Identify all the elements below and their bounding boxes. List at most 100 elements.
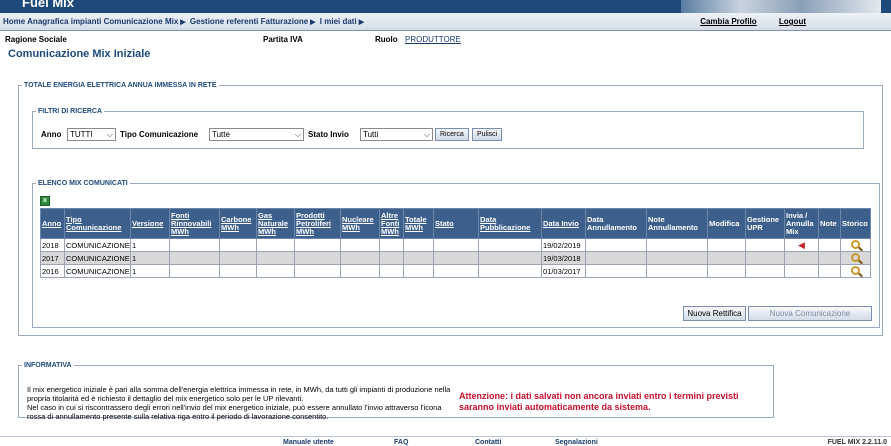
search-button[interactable]: Ricerca — [435, 128, 469, 141]
warning-message: Attenzione: i dati salvati non ancora in… — [459, 391, 739, 412]
informativa-section: INFORMATIVA Il mix energetico iniziale è… — [18, 362, 774, 421]
informativa-line-2: Nel caso in cui si riscontrassero degli … — [27, 403, 442, 421]
excel-export-icon[interactable]: x — [40, 196, 50, 206]
column-header: Note — [818, 208, 841, 239]
tipo-select-value: Tutte — [212, 130, 230, 139]
anno-select-value: TUTTI — [70, 130, 93, 139]
table-cell: 2016 — [40, 264, 65, 278]
chevron-down-icon: ⌵ — [423, 130, 430, 139]
ragione-sociale-label: Ragione Sociale — [5, 35, 67, 44]
table-cell — [294, 251, 341, 265]
column-header: Data Annullamento — [585, 208, 647, 239]
energy-section-legend: TOTALE ENERGIA ELETTRICA ANNUA IMMESSA I… — [24, 82, 217, 89]
column-header[interactable]: Carbone MWh — [219, 208, 257, 239]
table-cell: 1 — [130, 264, 170, 278]
filters-legend: FILTRI DI RICERCA — [38, 108, 103, 115]
column-header: Data Invio — [541, 208, 586, 239]
stato-invio-label: Stato Invio — [308, 130, 349, 139]
table-cell — [784, 264, 819, 278]
history-magnifier-icon[interactable] — [851, 265, 860, 275]
column-header[interactable]: Prodotti Petroliferi MWh — [294, 208, 341, 239]
table-cell — [169, 238, 220, 252]
partita-iva-label: Partita IVA — [263, 35, 303, 44]
column-header[interactable]: Data Pubblicazione — [478, 208, 542, 239]
table-cell — [818, 251, 841, 265]
table-cell: COMUNICAZIONE — [64, 264, 131, 278]
table-cell: 1 — [130, 238, 170, 252]
table-cell — [478, 251, 542, 265]
table-cell — [433, 251, 479, 265]
ruolo-label: Ruolo — [375, 35, 398, 44]
column-header[interactable]: Totale MWh — [403, 208, 434, 239]
column-header: Gestione UPR — [745, 208, 785, 239]
table-cell — [169, 251, 220, 265]
table-cell — [219, 238, 257, 252]
column-header[interactable]: Nucleare MWh — [340, 208, 380, 239]
tipo-comunicazione-select[interactable]: Tutte ⌵ — [209, 128, 304, 141]
table-cell — [340, 238, 380, 252]
stato-select-value: Tutti — [363, 130, 379, 139]
table-cell: COMUNICAZIONE — [64, 251, 131, 265]
table-cell — [379, 264, 404, 278]
anno-label: Anno — [41, 130, 62, 139]
arrow-right-icon: ▶ — [180, 19, 186, 26]
column-header: Note Annullamento — [646, 208, 708, 239]
table-cell — [478, 264, 542, 278]
table-cell: 19/02/2019 — [541, 238, 586, 252]
cancel-mix-icon[interactable]: ◀ — [798, 240, 805, 251]
table-cell — [818, 238, 841, 252]
column-header[interactable]: Anno — [40, 208, 65, 239]
top-links: Cambia Profilo Logout — [680, 17, 806, 26]
table-cell — [379, 251, 404, 265]
column-header[interactable]: Gas Naturale MWh — [256, 208, 295, 239]
history-magnifier-icon[interactable] — [851, 252, 860, 262]
table-cell — [433, 264, 479, 278]
column-header[interactable]: Versione — [130, 208, 170, 239]
change-profile-link[interactable]: Cambia Profilo — [700, 17, 756, 26]
table-cell: 01/03/2017 — [541, 264, 586, 278]
table-cell — [403, 251, 434, 265]
new-comunicazione-button[interactable]: Nuova Comunicazione — [748, 306, 872, 321]
nav-link-home[interactable]: Home Anagrafica impianti Comunicazione M… — [3, 17, 178, 26]
table-cell — [294, 238, 341, 252]
table-cell — [219, 264, 257, 278]
table-header-row: Anno Tipo Comunicazione Versione Fonti Rinn… — [40, 208, 871, 239]
new-rettifica-button[interactable]: Nuova Rettifica — [683, 306, 746, 321]
column-header: Storico — [840, 208, 871, 239]
ruolo-value[interactable]: PRODUTTORE — [405, 35, 461, 44]
table-cell — [707, 251, 746, 265]
table-cell — [784, 251, 819, 265]
history-magnifier-icon[interactable] — [851, 239, 860, 249]
chevron-down-icon: ⌵ — [294, 130, 301, 139]
table-cell — [840, 238, 871, 252]
table-cell — [818, 264, 841, 278]
anno-select[interactable]: TUTTI ⌵ — [67, 128, 116, 141]
table-row: 2017 COMUNICAZIONE 1 19/03/2018 — [40, 251, 871, 265]
table-cell — [433, 238, 479, 252]
chevron-down-icon: ⌵ — [106, 130, 113, 139]
nav-link-referenti[interactable]: Gestione referenti Fatturazione — [190, 17, 308, 26]
table-cell — [256, 251, 295, 265]
breadcrumb: Home Anagrafica impianti Comunicazione M… — [3, 17, 366, 26]
table-cell — [646, 264, 708, 278]
column-header[interactable]: Stato — [433, 208, 479, 239]
logout-link[interactable]: Logout — [779, 17, 806, 26]
stato-invio-select[interactable]: Tutti ⌵ — [360, 128, 433, 141]
table-cell — [840, 264, 871, 278]
footer: Manuale utente FAQ Contatti Segnalazioni… — [0, 436, 891, 446]
nav-link-miei-dati[interactable]: I miei dati — [320, 17, 357, 26]
table-cell: 1 — [130, 251, 170, 265]
informativa-text: Il mix energetico iniziale è pari alla s… — [27, 385, 455, 421]
table-cell — [840, 251, 871, 265]
column-header: Invia / Annulla Mix — [784, 208, 819, 239]
clear-button[interactable]: Pulisci — [472, 128, 503, 141]
column-header[interactable]: Altre Fonti MWh — [379, 208, 404, 239]
arrow-right-icon: ▶ — [358, 19, 365, 26]
table-cell — [340, 264, 380, 278]
table-cell — [707, 238, 746, 252]
table-cell — [585, 264, 647, 278]
table-cell — [585, 251, 647, 265]
column-header[interactable]: Fonti Rinnovabili MWh — [169, 208, 220, 239]
column-header[interactable]: Tipo Comunicazione — [64, 208, 131, 239]
table-cell — [294, 264, 341, 278]
